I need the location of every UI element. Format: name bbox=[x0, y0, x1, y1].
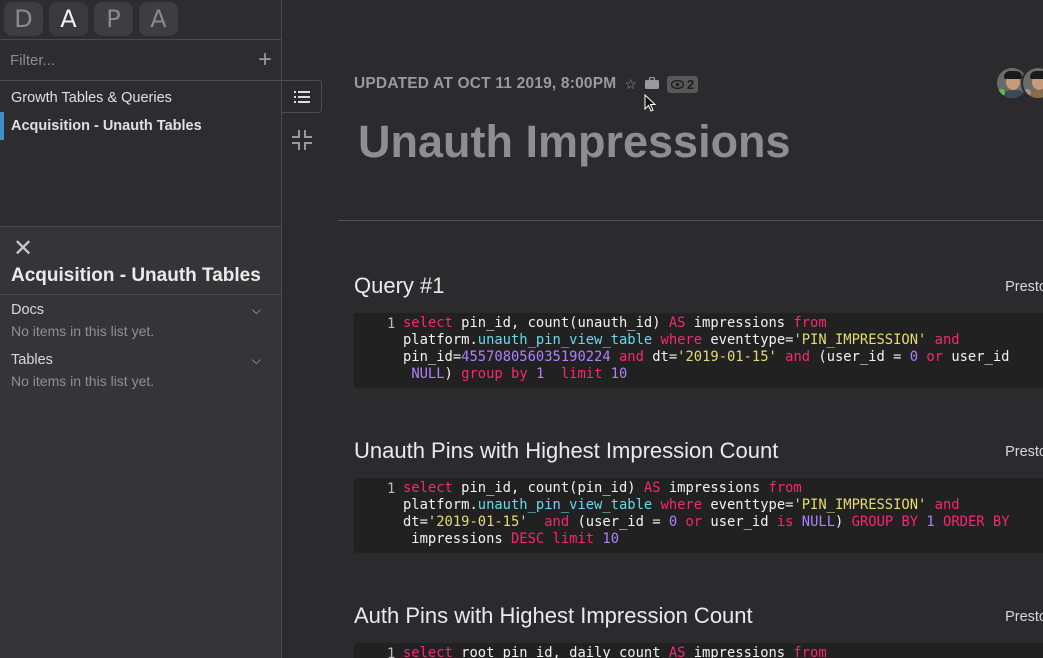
query-code: select pin_id, count(pin_id) AS impressi… bbox=[403, 480, 1010, 547]
tables-header[interactable]: Tables ⌵ bbox=[11, 352, 261, 368]
query-code: select root_pin_id, daily_count AS impre… bbox=[403, 645, 827, 658]
query-title[interactable]: Query #1 bbox=[354, 273, 1043, 303]
board-list: Growth Tables & Queries Acquisition - Un… bbox=[0, 84, 281, 140]
tab-a[interactable]: A bbox=[139, 2, 178, 36]
query-cell: Auth Pins with Highest Impression Count … bbox=[354, 603, 1043, 658]
docs-header[interactable]: Docs ⌵ bbox=[11, 302, 261, 318]
query-title[interactable]: Unauth Pins with Highest Impression Coun… bbox=[354, 438, 1043, 468]
filter-input[interactable] bbox=[10, 51, 258, 69]
divider bbox=[0, 294, 281, 295]
docs-label: Docs bbox=[11, 302, 45, 318]
tab-a-active[interactable]: A bbox=[49, 2, 88, 36]
board-detail-panel: ✕ Acquisition - Unauth Tables Docs ⌵ No … bbox=[0, 226, 281, 658]
nav-item-growth-tables[interactable]: Growth Tables & Queries bbox=[0, 84, 281, 112]
updated-at: UPDATED AT OCT 11 2019, 8:00PM bbox=[354, 75, 617, 92]
mouse-cursor-icon bbox=[644, 94, 656, 112]
query-title[interactable]: Auth Pins with Highest Impression Count bbox=[354, 603, 1043, 633]
query-cell: Query #1 Presto 1 select pin_id, count(u… bbox=[354, 273, 1043, 388]
docs-section: Docs ⌵ No items in this list yet. bbox=[11, 302, 261, 339]
outline-toggle-button[interactable] bbox=[282, 80, 322, 113]
avatar[interactable] bbox=[1021, 66, 1043, 100]
query-editor[interactable]: 1 select pin_id, count(unauth_id) AS imp… bbox=[354, 313, 1043, 388]
line-number: 1 bbox=[387, 646, 396, 658]
divider bbox=[338, 220, 1043, 221]
briefcase-icon[interactable] bbox=[644, 76, 659, 92]
sidebar-tabs: D A P A bbox=[0, 0, 281, 38]
left-sidebar: D A P A + Growth Tables & Queries Acquis… bbox=[0, 0, 282, 658]
collapse-button[interactable] bbox=[282, 123, 322, 156]
side-toolbar bbox=[282, 80, 322, 156]
tables-section: Tables ⌵ No items in this list yet. bbox=[11, 352, 261, 389]
tables-label: Tables bbox=[11, 352, 53, 368]
query-cell: Unauth Pins with Highest Impression Coun… bbox=[354, 438, 1043, 553]
close-icon[interactable]: ✕ bbox=[13, 237, 33, 261]
chevron-down-icon[interactable]: ⌵ bbox=[252, 353, 261, 368]
docs-empty-text: No items in this list yet. bbox=[11, 323, 155, 339]
query-engine[interactable]: Presto bbox=[1005, 444, 1043, 460]
filter-bar: + bbox=[0, 39, 282, 81]
view-count: 2 bbox=[686, 76, 695, 92]
list-icon bbox=[293, 90, 310, 103]
main-content: UPDATED AT OCT 11 2019, 8:00PM ☆ 2 Unaut… bbox=[338, 0, 1043, 658]
tab-p[interactable]: P bbox=[94, 2, 133, 36]
line-number: 1 bbox=[387, 316, 396, 332]
page-title[interactable]: Unauth Impressions bbox=[358, 116, 791, 168]
query-code: select pin_id, count(unauth_id) AS impre… bbox=[403, 315, 1010, 382]
nav-item-acquisition[interactable]: Acquisition - Unauth Tables bbox=[0, 112, 281, 140]
tab-d[interactable]: D bbox=[4, 2, 43, 36]
add-icon[interactable]: + bbox=[258, 48, 272, 72]
query-editor[interactable]: 1 select root_pin_id, daily_count AS imp… bbox=[354, 643, 1043, 658]
viewers-badge[interactable]: 2 bbox=[666, 75, 699, 93]
query-engine[interactable]: Presto bbox=[1005, 279, 1043, 295]
collaborator-avatars bbox=[995, 66, 1043, 100]
doc-meta: UPDATED AT OCT 11 2019, 8:00PM ☆ 2 bbox=[354, 75, 699, 93]
board-detail-title: Acquisition - Unauth Tables bbox=[11, 265, 261, 286]
query-editor[interactable]: 1 select pin_id, count(pin_id) AS impres… bbox=[354, 478, 1043, 553]
tables-empty-text: No items in this list yet. bbox=[11, 373, 155, 389]
eye-icon bbox=[670, 79, 684, 89]
query-engine[interactable]: Presto bbox=[1005, 609, 1043, 625]
chevron-down-icon[interactable]: ⌵ bbox=[252, 303, 261, 318]
collapse-icon bbox=[292, 129, 312, 150]
line-number: 1 bbox=[387, 481, 396, 497]
app-window: D A P A + Growth Tables & Queries Acquis… bbox=[0, 0, 1043, 658]
star-icon[interactable]: ☆ bbox=[624, 76, 637, 93]
